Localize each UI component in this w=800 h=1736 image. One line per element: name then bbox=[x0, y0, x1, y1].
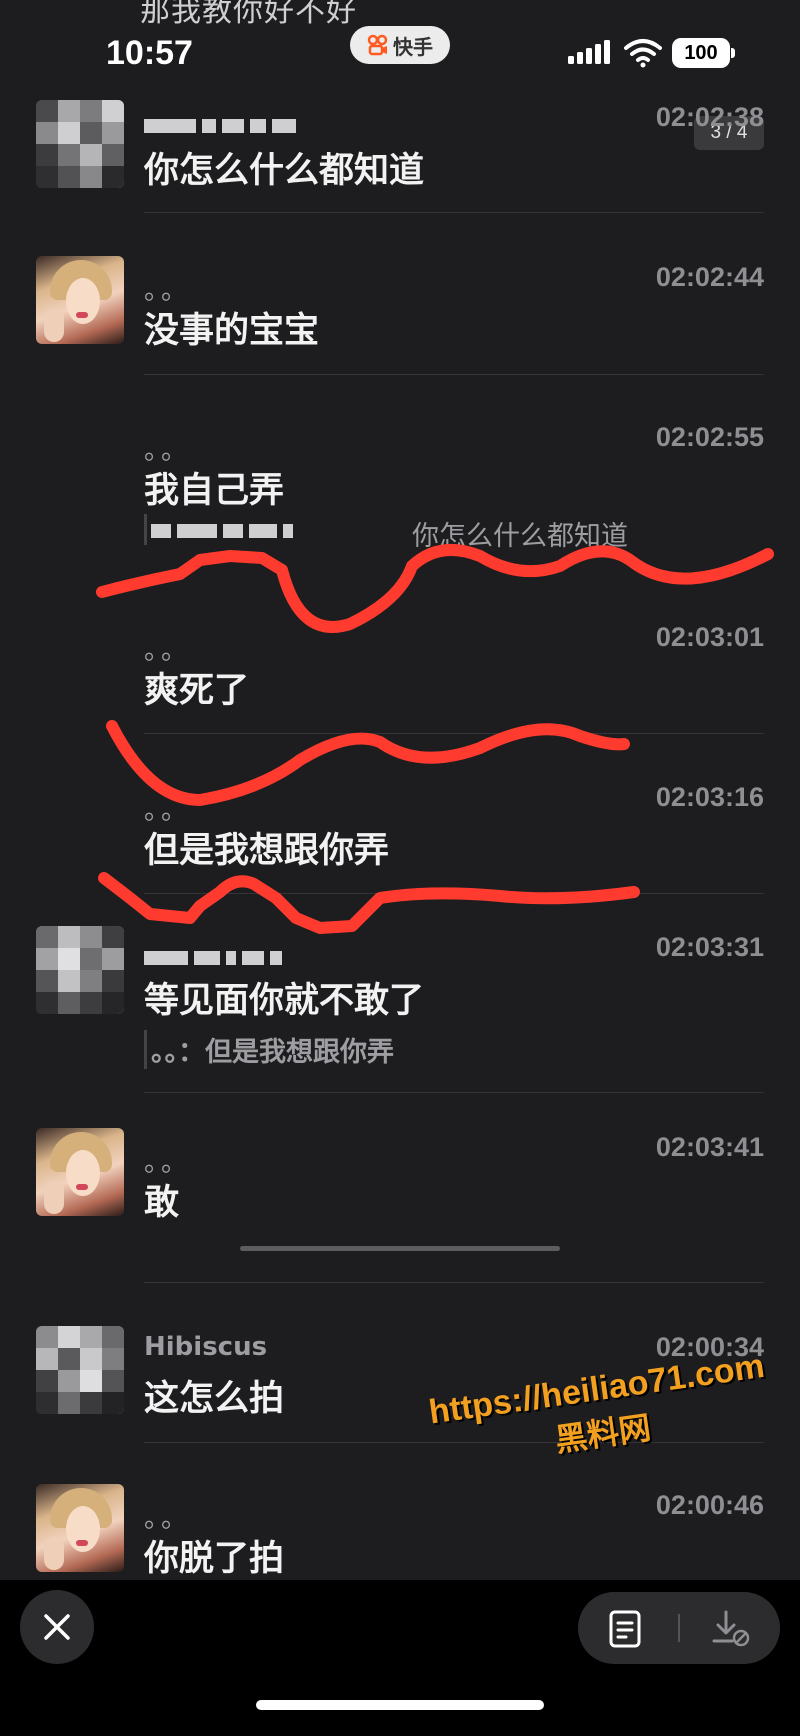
message-time: 02:03:01 bbox=[655, 622, 764, 652]
sender-name-redacted bbox=[144, 110, 302, 140]
message-time: 02:03:31 bbox=[655, 932, 764, 962]
status-bar: 那我教你好不好 10:57 快手 100 bbox=[0, 0, 800, 100]
close-button[interactable] bbox=[20, 1590, 94, 1664]
avatar bbox=[36, 1128, 124, 1216]
avatar bbox=[36, 926, 124, 1014]
message-text: 爽死了 bbox=[144, 671, 250, 711]
app-badge[interactable]: 快手 bbox=[350, 26, 450, 64]
message-time: 02:00:46 bbox=[655, 1490, 764, 1520]
divider bbox=[144, 733, 764, 734]
toolbar-separator bbox=[678, 1614, 680, 1642]
message-text: 敢 bbox=[144, 1183, 180, 1223]
battery-level: 100 bbox=[672, 38, 730, 68]
app-name: 快手 bbox=[393, 34, 433, 59]
message-text: 没事的宝宝 bbox=[144, 311, 320, 351]
pixelated-avatar bbox=[36, 100, 124, 188]
close-icon bbox=[44, 1614, 70, 1640]
quoted-text: 。。：但是我想跟你弄 bbox=[144, 1030, 394, 1069]
divider bbox=[144, 374, 764, 375]
message-text: 但是我想跟你弄 bbox=[144, 831, 390, 871]
quoted-sender-redacted bbox=[144, 514, 299, 545]
download-disabled-icon[interactable] bbox=[710, 1608, 750, 1648]
chat-screenshot: 那我教你好不好 10:57 快手 100 3 / 4 02:02:38 你怎么什… bbox=[0, 0, 800, 1580]
sender-name-redacted bbox=[144, 942, 288, 972]
message-time: 02:02:38 bbox=[655, 102, 764, 132]
scribble-line-3 bbox=[98, 872, 640, 934]
message-text: 你脱了拍 bbox=[144, 1539, 285, 1579]
scribble-line-1 bbox=[96, 544, 774, 633]
partial-header-text: 那我教你好不好 bbox=[140, 0, 357, 29]
message-time: 02:02:55 bbox=[655, 422, 764, 452]
battery-tip bbox=[731, 48, 735, 58]
divider bbox=[144, 1282, 764, 1283]
scroll-indicator[interactable] bbox=[240, 1246, 560, 1251]
message-text: 我自己弄 bbox=[144, 471, 285, 511]
sender-name: Hibiscus bbox=[144, 1332, 268, 1362]
pixelated-avatar bbox=[36, 1326, 124, 1414]
message-text: 你怎么什么都知道 bbox=[144, 151, 425, 191]
divider bbox=[144, 1092, 764, 1093]
avatar bbox=[36, 256, 124, 344]
home-indicator[interactable] bbox=[256, 1700, 544, 1710]
message-time: 02:03:16 bbox=[655, 782, 764, 812]
avatar bbox=[36, 1484, 124, 1572]
message-text: 等见面你就不敢了 bbox=[144, 981, 425, 1021]
status-time: 10:57 bbox=[106, 34, 193, 72]
avatar bbox=[36, 100, 124, 188]
signal-icon bbox=[568, 40, 610, 64]
wifi-icon bbox=[624, 39, 662, 68]
message-text: 这怎么拍 bbox=[144, 1379, 285, 1419]
bottom-toolbar bbox=[0, 1580, 800, 1736]
message-time: 02:02:44 bbox=[655, 262, 764, 292]
divider bbox=[144, 212, 764, 213]
document-icon[interactable] bbox=[608, 1610, 642, 1648]
kuaishou-logo-icon bbox=[367, 34, 388, 56]
scribble-line-2 bbox=[106, 720, 630, 806]
action-pill bbox=[578, 1592, 780, 1664]
pixelated-avatar bbox=[36, 926, 124, 1014]
message-time: 02:03:41 bbox=[655, 1132, 764, 1162]
avatar bbox=[36, 1326, 124, 1414]
quoted-text: 你怎么什么都知道 bbox=[412, 521, 628, 552]
site-watermark: https://heiliao71.com 黑料网 bbox=[406, 1344, 794, 1481]
divider bbox=[144, 893, 764, 894]
